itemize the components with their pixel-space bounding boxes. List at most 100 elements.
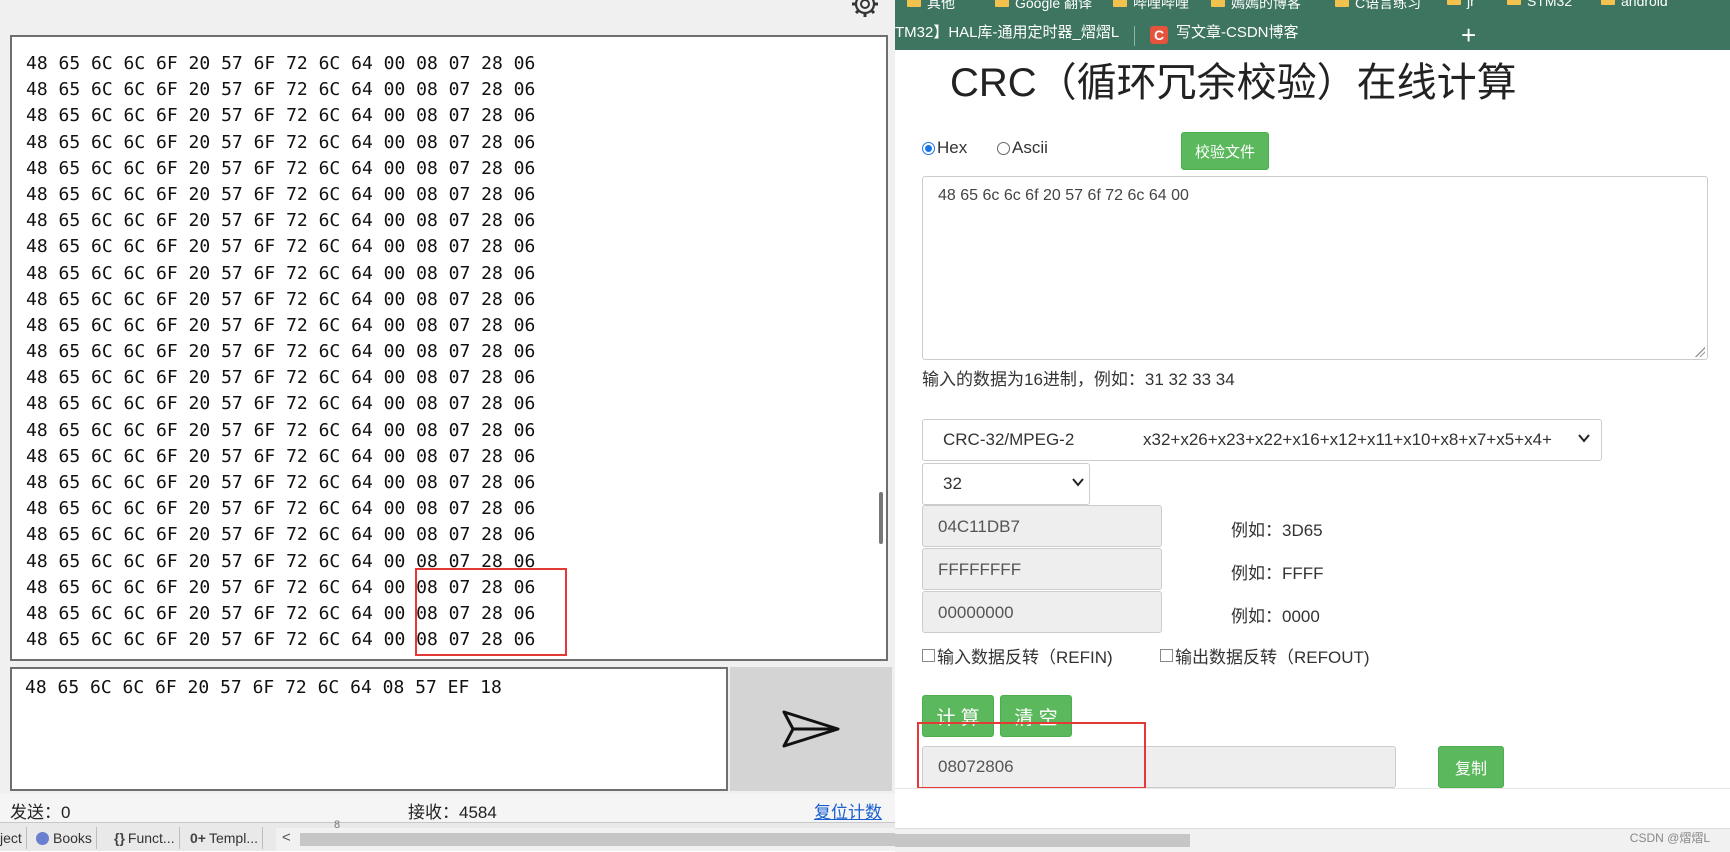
xorout-value: 00000000 <box>938 603 1014 622</box>
refin-checkbox-row[interactable]: 输入数据反转（REFIN) <box>922 643 1113 668</box>
page-title: CRC（循环冗余校验）在线计算 <box>950 61 1517 105</box>
status-bar: 发送：0 接收：4584 复位计数 <box>0 794 895 822</box>
init-field[interactable]: FFFFFFFF <box>922 548 1162 590</box>
receive-line: 48 65 6C 6C 6F 20 57 6F 72 6C 64 00 08 0… <box>26 105 536 127</box>
send-input-text: 48 65 6C 6C 6F 20 57 6F 72 6C 64 08 57 E… <box>25 677 502 698</box>
bookmark-android-label: android <box>1621 0 1668 9</box>
xorout-field[interactable]: 00000000 <box>922 591 1162 633</box>
csdn-icon: C <box>1150 26 1168 44</box>
folder-icon <box>1507 0 1521 5</box>
scroll-left-arrow-icon[interactable]: < <box>282 829 291 846</box>
crc-model-value: CRC-32/MPEG-2 <box>943 430 1075 449</box>
bookmark-blog-label: 嫣嫣的博客 <box>1231 0 1301 11</box>
bookmark-other-label: 其他 <box>927 0 955 11</box>
bookmark-google-translate-label: Google 翻译 <box>1015 0 1093 11</box>
receive-line: 48 65 6C 6C 6F 20 57 6F 72 6C 64 00 08 0… <box>26 472 536 493</box>
tab-separator <box>1134 26 1135 46</box>
watermark: CSDN @熠熠L <box>1629 831 1710 845</box>
ide-scroll-thumb[interactable] <box>300 833 895 846</box>
reset-count-link[interactable]: 复位计数 <box>814 798 882 823</box>
chevron-down-icon <box>1578 434 1590 443</box>
bookmark-blog[interactable]: 嫣嫣的博客 <box>1211 0 1301 12</box>
browser-scroll-thumb[interactable] <box>895 834 1190 847</box>
gear-icon[interactable] <box>848 0 882 22</box>
receive-line: 48 65 6C 6C 6F 20 57 6F 72 6C 64 00 08 0… <box>26 419 536 441</box>
bookmark-other[interactable]: 其他 <box>907 0 955 12</box>
receive-line: 48 65 6C 6C 6F 20 57 6F 72 6C 64 00 08 0… <box>26 314 536 336</box>
receive-line: 48 65 6C 6C 6F 20 57 6F 72 6C 64 00 08 0… <box>26 53 536 74</box>
ide-tab-functions[interactable]: {} Funct... <box>110 827 180 849</box>
receive-line: 48 65 6C 6C 6F 20 57 6F 72 6C 64 00 08 0… <box>26 236 536 258</box>
bookmarks-bar: 其他 Google 翻译 哔哩哔哩 嫣嫣的博客 C语言练习 jr STM32 a… <box>895 0 1730 12</box>
poly-value: 04C11DB7 <box>938 517 1020 536</box>
receive-line: 48 65 6C 6C 6F 20 57 6F 72 6C 64 00 08 0… <box>26 341 536 363</box>
poly-field[interactable]: 04C11DB7 <box>922 505 1162 547</box>
send-input[interactable]: 48 65 6C 6C 6F 20 57 6F 72 6C 64 08 57 E… <box>10 667 728 791</box>
browser-window: 其他 Google 翻译 哔哩哔哩 嫣嫣的博客 C语言练习 jr STM32 a… <box>895 0 1730 852</box>
verify-file-button[interactable]: 校验文件 <box>1181 132 1269 170</box>
page-divider <box>895 788 1730 789</box>
init-example: 例如：FFFF <box>1231 564 1324 583</box>
receive-line: 48 65 6C 6C 6F 20 57 6F 72 6C 64 00 08 0… <box>26 210 536 232</box>
refout-checkbox[interactable] <box>1160 649 1173 662</box>
xorout-example: 例如：0000 <box>1231 607 1320 626</box>
tab-hal-timer-title: TM32】HAL库-通用定时器_熠熠L <box>895 24 1120 41</box>
tab-csdn-write-title: 写文章-CSDN博客 <box>1176 24 1299 41</box>
send-arrow-icon <box>782 710 840 748</box>
crc-model-select[interactable]: CRC-32/MPEG-2 x32+x26+x23+x22+x16+x12+x1… <box>922 419 1602 461</box>
folder-icon <box>1601 0 1615 5</box>
tab-csdn-write[interactable]: C 写文章-CSDN博客 <box>1150 20 1420 46</box>
radio-ascii-label: Ascii <box>1012 138 1048 157</box>
resize-grip-icon[interactable] <box>1695 347 1705 357</box>
ide-tab-books[interactable]: Books <box>32 827 97 849</box>
receive-line: 48 65 6C 6C 6F 20 57 6F 72 6C 64 00 08 0… <box>26 131 536 153</box>
radio-hex-dot[interactable] <box>922 141 935 155</box>
bookmark-android[interactable]: android <box>1601 0 1668 9</box>
refout-checkbox-row[interactable]: 输出数据反转（REFOUT) <box>1160 643 1370 668</box>
chevron-down-icon <box>1072 478 1084 487</box>
data-input-value: 48 65 6c 6c 6f 20 57 6f 72 6c 64 00 <box>938 187 1189 204</box>
folder-icon <box>995 0 1009 7</box>
poly-example: 例如：3D65 <box>1231 521 1323 540</box>
data-input-textarea[interactable]: 48 65 6c 6c 6f 20 57 6f 72 6c 64 00 <box>922 176 1708 360</box>
width-select[interactable]: 32 <box>922 463 1090 505</box>
folder-icon <box>1447 0 1461 5</box>
receive-scrollbar[interactable] <box>879 492 883 544</box>
new-tab-button[interactable]: + <box>1461 22 1476 48</box>
radio-hex[interactable]: Hex <box>922 138 967 158</box>
init-value: FFFFFFFF <box>938 560 1022 579</box>
send-button[interactable] <box>730 667 892 791</box>
bookmark-jr-label: jr <box>1467 0 1475 9</box>
bookmark-bilibili-label: 哔哩哔哩 <box>1133 0 1189 11</box>
tab-bar: TM32】HAL库-通用定时器_熠熠L C 写文章-CSDN博客 + <box>895 12 1730 50</box>
bookmark-c-practice[interactable]: C语言练习 <box>1335 0 1421 12</box>
receive-line: 48 65 6C 6C 6F 20 57 6F 72 6C 64 00 08 0… <box>26 367 536 389</box>
receive-line: 48 65 6C 6C 6F 20 57 6F 72 6C 64 00 08 0… <box>26 183 536 205</box>
bookmark-google-translate[interactable]: Google 翻译 <box>995 0 1092 12</box>
radio-ascii-dot[interactable] <box>997 141 1010 155</box>
receive-line: 48 65 6C 6C 6F 20 57 6F 72 6C 64 00 08 0… <box>26 288 536 310</box>
receive-line: 48 65 6C 6C 6F 20 57 6F 72 6C 64 00 08 0… <box>26 498 536 520</box>
radio-ascii[interactable]: Ascii <box>997 138 1048 158</box>
ide-tab-books-label: Books <box>53 830 92 846</box>
radio-hex-label: Hex <box>937 138 968 157</box>
browser-horizontal-scrollbar[interactable] <box>895 828 1730 852</box>
copy-button[interactable]: 复制 <box>1438 746 1504 788</box>
bookmark-stm32[interactable]: STM32 <box>1507 0 1572 9</box>
crc-poly-formula: x32+x26+x23+x22+x16+x12+x11+x10+x8+x7+x5… <box>1143 430 1552 449</box>
folder-icon <box>1335 0 1349 7</box>
refin-checkbox[interactable] <box>922 649 935 662</box>
bookmark-jr[interactable]: jr <box>1447 0 1475 9</box>
receive-line: 48 65 6C 6C 6F 20 57 6F 72 6C 64 00 08 0… <box>26 445 536 467</box>
ide-tab-project[interactable]: ject <box>0 827 27 849</box>
serial-terminal-window: 48 65 6C 6C 6F 20 57 6F 72 6C 64 00 08 0… <box>0 0 896 851</box>
bookmark-stm32-label: STM32 <box>1527 0 1573 9</box>
functions-icon: {} <box>114 830 125 846</box>
ide-tab-templates[interactable]: 0+ Templ... <box>186 827 263 849</box>
bookmark-c-practice-label: C语言练习 <box>1355 0 1422 11</box>
ide-horizontal-scrollbar[interactable]: < <box>276 828 895 851</box>
tab-hal-timer[interactable]: TM32】HAL库-通用定时器_熠熠L <box>895 20 1120 46</box>
receive-lines: 48 65 6C 6C 6F 20 57 6F 72 6C 64 00 08 0… <box>12 37 886 653</box>
bookmark-bilibili[interactable]: 哔哩哔哩 <box>1113 0 1189 12</box>
ide-tab-templates-label: Templ... <box>208 830 258 846</box>
